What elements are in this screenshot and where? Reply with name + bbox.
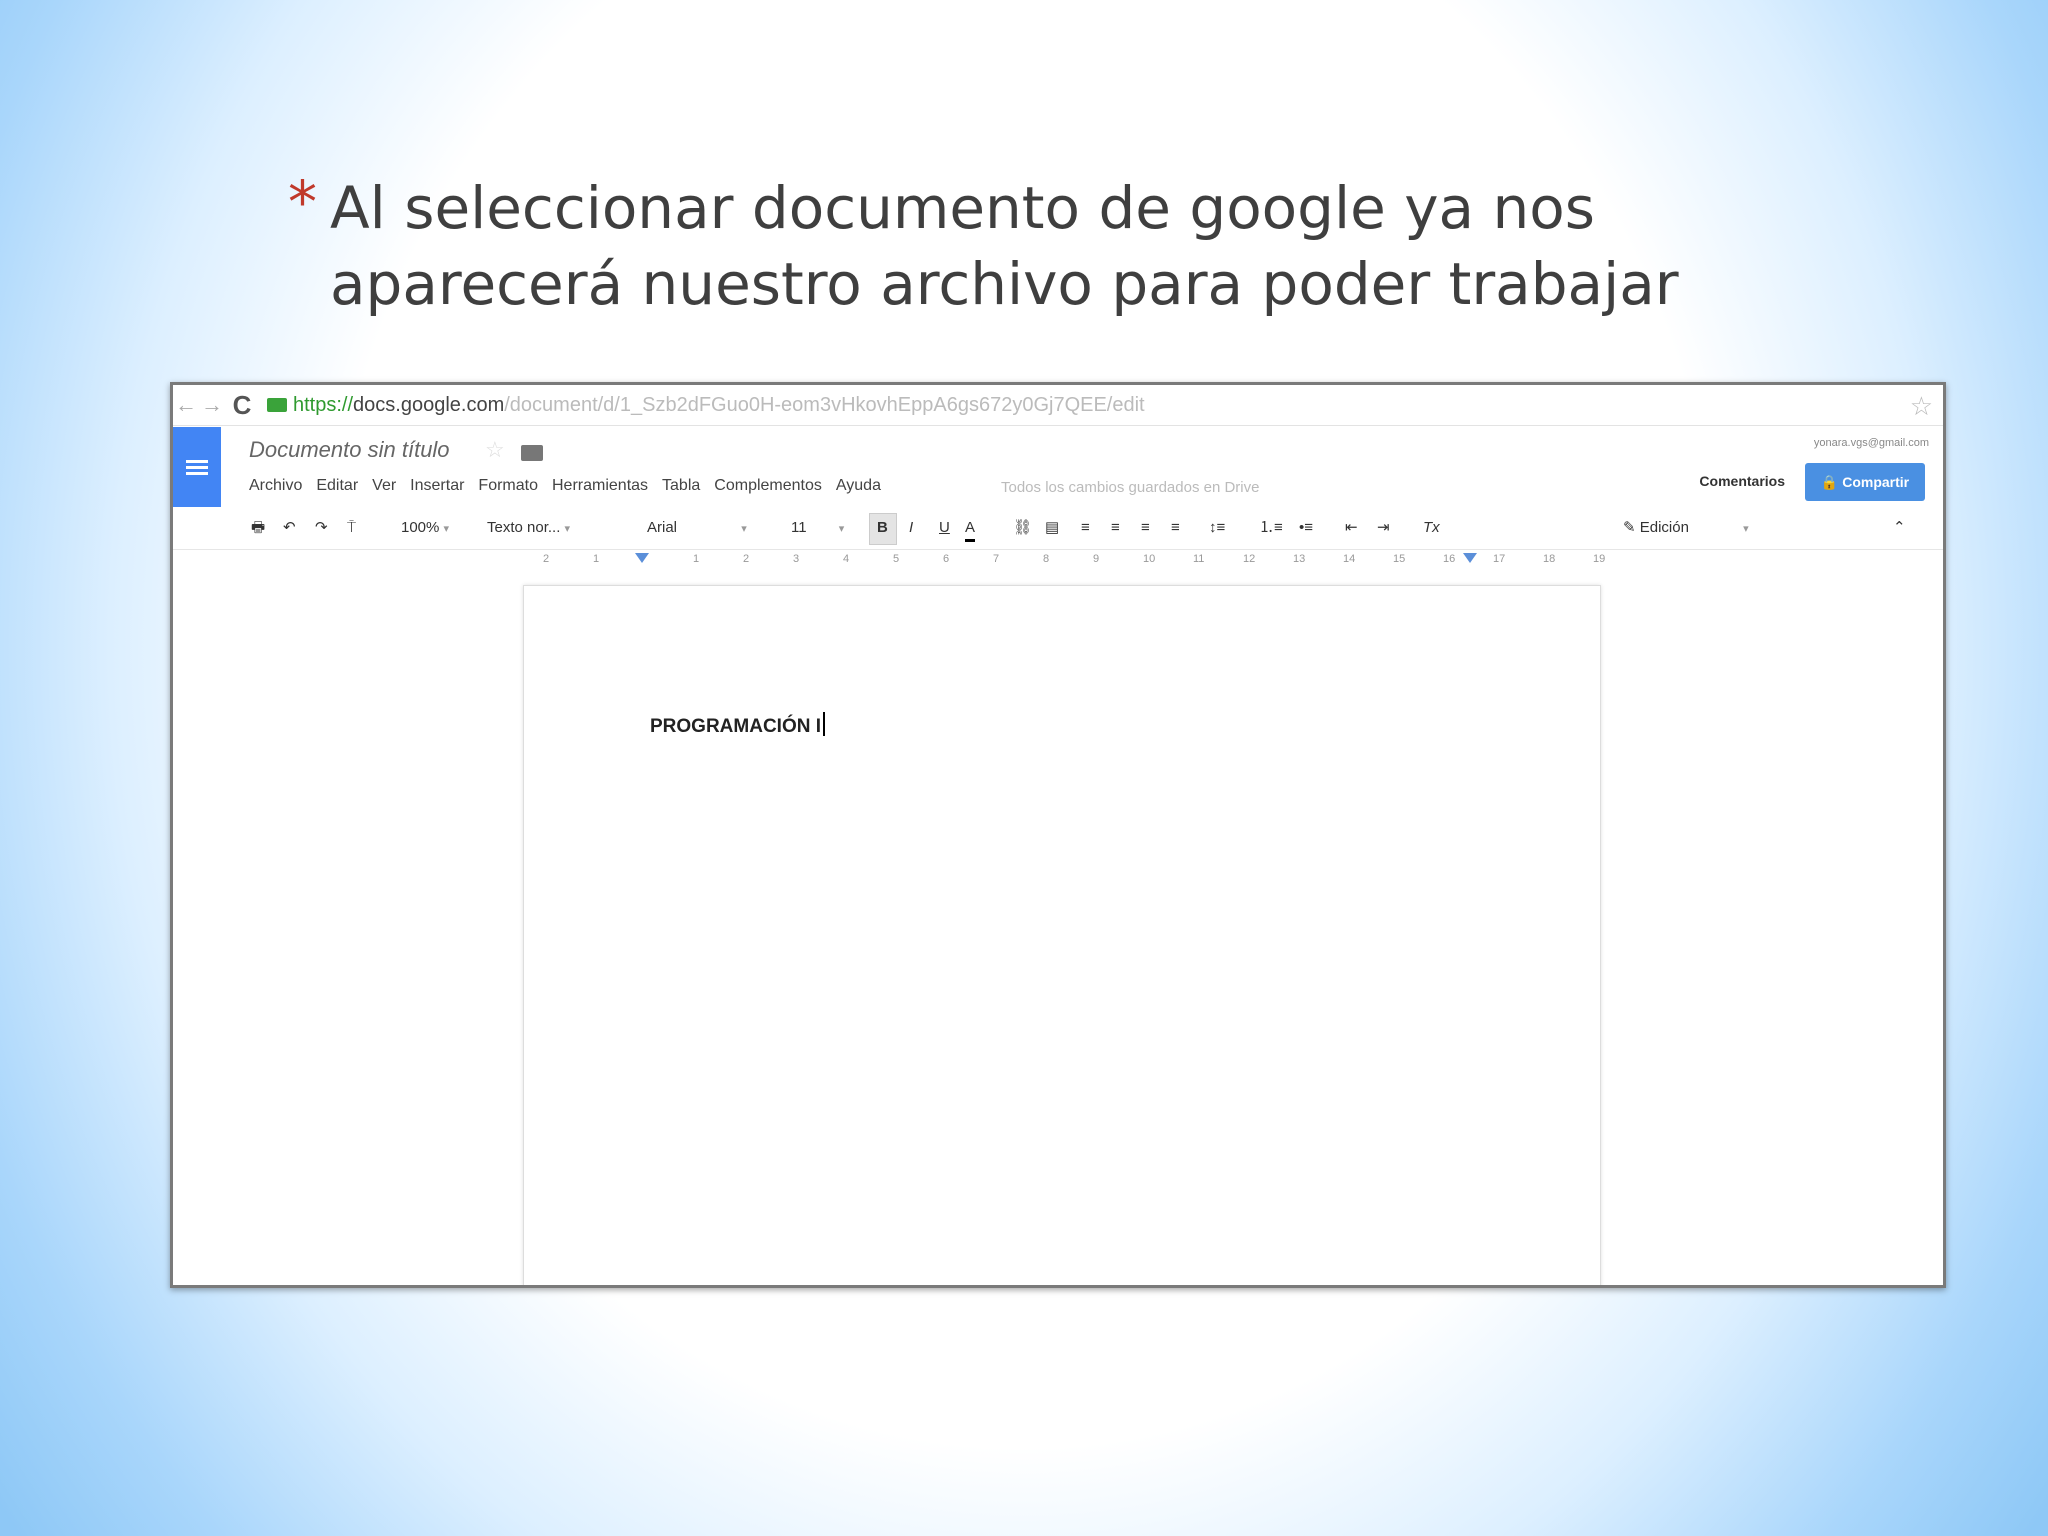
url-path: /document/d/1_Szb2dFGuo0H-eom3vHkovhEppA…: [504, 393, 1145, 416]
right-indent-marker[interactable]: [1463, 553, 1477, 563]
reload-icon[interactable]: C: [225, 390, 259, 421]
title-star-icon[interactable]: ☆: [485, 437, 505, 463]
ruler-num: 16: [1443, 553, 1456, 565]
comment-icon[interactable]: ▤: [1045, 517, 1059, 539]
forward-icon[interactable]: →: [199, 392, 225, 418]
share-button[interactable]: 🔒 Compartir: [1805, 463, 1925, 501]
style-select[interactable]: Texto nor... ▾: [487, 517, 570, 540]
slide-text: * Al seleccionar documento de google ya …: [288, 168, 1848, 322]
menu-tabla[interactable]: Tabla: [662, 477, 700, 495]
bold-button[interactable]: B: [877, 517, 888, 539]
ruler-num: 19: [1593, 553, 1606, 565]
mode-select[interactable]: ✎ Edición ▾: [1623, 517, 1749, 540]
mode-value: Edición: [1639, 519, 1689, 536]
formatting-toolbar: 🖶 ↶ ↷ ⍑ 100% ▾ Texto nor... ▾ Arial ▾ 11…: [173, 507, 1943, 550]
menu-ayuda[interactable]: Ayuda: [836, 477, 881, 495]
bullet-asterisk: *: [288, 168, 317, 236]
print-icon[interactable]: 🖶: [251, 517, 265, 539]
decrease-indent-icon[interactable]: ⇤: [1345, 517, 1358, 539]
increase-indent-icon[interactable]: ⇥: [1377, 517, 1390, 539]
align-justify-icon[interactable]: ≡: [1171, 517, 1180, 539]
ruler-num: 3: [793, 553, 800, 565]
ruler-num: 15: [1393, 553, 1406, 565]
document-body-text[interactable]: PROGRAMACIÓN I: [650, 712, 825, 738]
bulleted-list-icon[interactable]: •≡: [1299, 517, 1313, 539]
align-center-icon[interactable]: ≡: [1111, 517, 1120, 539]
ruler-num: 14: [1343, 553, 1356, 565]
size-value: 11: [791, 519, 807, 536]
ruler-num: 13: [1293, 553, 1306, 565]
menu-complementos[interactable]: Complementos: [714, 477, 822, 495]
font-select[interactable]: Arial ▾: [647, 517, 747, 540]
style-value: Texto nor...: [487, 519, 561, 536]
ruler-num: 9: [1093, 553, 1100, 565]
url-scheme: https://: [293, 393, 354, 416]
menu-editar[interactable]: Editar: [316, 477, 358, 495]
ruler-num: 4: [843, 553, 850, 565]
clear-format-button[interactable]: Tx: [1423, 517, 1440, 539]
ruler-num: 17: [1493, 553, 1506, 565]
ruler-num: 12: [1243, 553, 1256, 565]
collapse-icon[interactable]: ⌃: [1893, 517, 1906, 539]
redo-icon[interactable]: ↷: [315, 517, 328, 539]
italic-button[interactable]: I: [909, 517, 913, 539]
saved-status[interactable]: Todos los cambios guardados en Drive: [1001, 479, 1259, 496]
ruler-num: 1: [593, 553, 600, 565]
ruler-num: 8: [1043, 553, 1050, 565]
indent-marker[interactable]: [635, 553, 649, 563]
text-cursor: [823, 712, 825, 736]
link-icon[interactable]: ⛓: [1013, 517, 1032, 539]
slide-line-1: Al seleccionar documento de google ya no…: [330, 174, 1595, 242]
folder-icon[interactable]: [521, 445, 543, 461]
bookmark-star-icon[interactable]: ☆: [1910, 391, 1933, 422]
text-color-button[interactable]: A: [965, 517, 976, 542]
align-left-icon[interactable]: ≡: [1081, 517, 1090, 539]
zoom-value: 100%: [401, 519, 440, 536]
menu-herramientas[interactable]: Herramientas: [552, 477, 648, 495]
menu-bar: Archivo Editar Ver Insertar Formato Herr…: [249, 477, 881, 495]
size-select[interactable]: 11 ▾: [791, 517, 844, 540]
menu-ver[interactable]: Ver: [372, 477, 396, 495]
document-page[interactable]: PROGRAMACIÓN I: [523, 585, 1601, 1285]
numbered-list-icon[interactable]: ⒈≡: [1259, 517, 1283, 539]
url-host: docs.google.com: [353, 393, 505, 416]
menu-formato[interactable]: Formato: [478, 477, 538, 495]
back-icon[interactable]: ←: [173, 392, 199, 418]
docs-home-icon[interactable]: [173, 427, 221, 507]
ruler-num: 7: [993, 553, 1000, 565]
font-value: Arial: [647, 519, 678, 536]
undo-icon[interactable]: ↶: [283, 517, 296, 539]
ruler-num: 5: [893, 553, 900, 565]
ruler-num: 2: [543, 553, 550, 565]
underline-button[interactable]: U: [939, 517, 950, 539]
google-docs-screenshot: ← → C https://docs.google.com/document/d…: [170, 382, 1946, 1288]
ruler: 2 1 1 2 3 4 5 6 7 8 9 10 11 12 13 14 15 …: [173, 551, 1943, 573]
ruler-num: 2: [743, 553, 750, 565]
address-bar: ← → C https://docs.google.com/document/d…: [173, 385, 1943, 426]
ruler-num: 6: [943, 553, 950, 565]
slide-line-2: aparecerá nuestro archivo para poder tra…: [330, 250, 1679, 318]
user-email[interactable]: yonara.vgs@gmail.com: [1814, 437, 1929, 449]
ruler-num: 10: [1143, 553, 1156, 565]
ruler-num: 18: [1543, 553, 1556, 565]
lock-icon: [267, 398, 287, 412]
ruler-num: 11: [1193, 553, 1205, 565]
line-spacing-icon[interactable]: ↕≡: [1209, 517, 1225, 539]
comments-button[interactable]: Comentarios: [1699, 473, 1785, 489]
url-field[interactable]: https://docs.google.com/document/d/1_Szb…: [293, 394, 1145, 417]
menu-insertar[interactable]: Insertar: [410, 477, 464, 495]
menu-archivo[interactable]: Archivo: [249, 477, 302, 495]
zoom-select[interactable]: 100% ▾: [401, 517, 449, 540]
ruler-num: 1: [693, 553, 700, 565]
body-text: PROGRAMACIÓN I: [650, 716, 821, 737]
document-title[interactable]: Documento sin título: [249, 437, 450, 463]
align-right-icon[interactable]: ≡: [1141, 517, 1150, 539]
paint-format-icon[interactable]: ⍑: [347, 517, 356, 539]
